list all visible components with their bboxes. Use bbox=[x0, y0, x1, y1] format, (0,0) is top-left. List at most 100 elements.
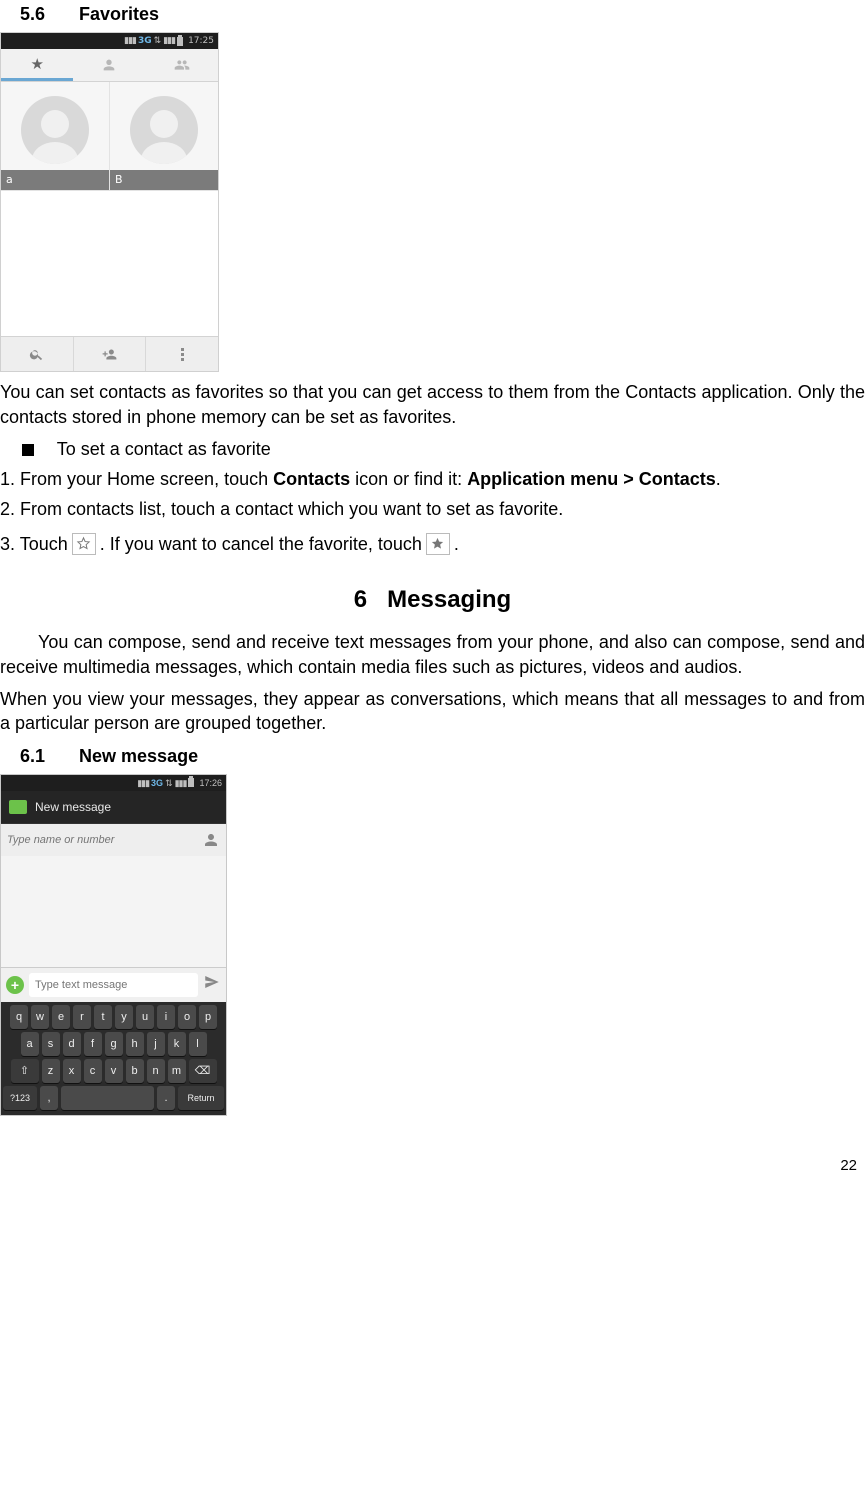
message-icon bbox=[9, 800, 27, 814]
keyboard-key[interactable]: r bbox=[73, 1005, 91, 1029]
keyboard-key[interactable]: j bbox=[147, 1032, 165, 1056]
keyboard-key[interactable]: d bbox=[63, 1032, 81, 1056]
favorite-name: a bbox=[1, 170, 109, 190]
send-button[interactable] bbox=[203, 973, 221, 997]
tab-groups[interactable] bbox=[146, 49, 218, 81]
avatar-icon bbox=[130, 96, 198, 164]
add-person-icon bbox=[102, 347, 117, 362]
section-title: New message bbox=[79, 746, 198, 766]
keyboard-key[interactable]: . bbox=[157, 1086, 175, 1110]
favorites-grid: a B bbox=[1, 82, 218, 191]
step-3-text-c: . bbox=[454, 532, 459, 556]
menu-dots-icon bbox=[181, 348, 184, 361]
new-message-header: New message bbox=[1, 791, 226, 824]
section-6-1-heading: 6.1 New message bbox=[0, 744, 865, 774]
keyboard-key[interactable]: g bbox=[105, 1032, 123, 1056]
keyboard-key[interactable]: f bbox=[84, 1032, 102, 1056]
step-3: 3. Touch . If you want to cancel the fav… bbox=[0, 532, 865, 556]
keyboard-key[interactable]: k bbox=[168, 1032, 186, 1056]
star-filled-icon bbox=[426, 533, 450, 555]
recipient-input[interactable] bbox=[7, 830, 197, 850]
keyboard-key[interactable]: h bbox=[126, 1032, 144, 1056]
message-body bbox=[1, 856, 226, 967]
messaging-para-2: When you view your messages, they appear… bbox=[0, 687, 865, 736]
keyboard-key[interactable]: s bbox=[42, 1032, 60, 1056]
step-3-text-a: 3. Touch bbox=[0, 532, 68, 556]
keyboard-key[interactable]: y bbox=[115, 1005, 133, 1029]
search-button[interactable] bbox=[1, 337, 74, 371]
keyboard-key[interactable]: w bbox=[31, 1005, 49, 1029]
keyboard-key[interactable]: o bbox=[178, 1005, 196, 1029]
empty-area bbox=[1, 191, 218, 336]
step-3-text-b: . If you want to cancel the favorite, to… bbox=[100, 532, 422, 556]
keyboard-key[interactable]: i bbox=[157, 1005, 175, 1029]
avatar-icon bbox=[21, 96, 89, 164]
keyboard-key[interactable]: , bbox=[40, 1086, 58, 1110]
network-icon: 3G bbox=[138, 35, 152, 47]
keyboard-key[interactable]: e bbox=[52, 1005, 70, 1029]
signal-icon: ▮▮▮ bbox=[124, 35, 136, 47]
person-icon bbox=[202, 831, 220, 849]
square-bullet-icon bbox=[22, 444, 34, 456]
tab-contacts[interactable] bbox=[73, 49, 145, 81]
keyboard-key[interactable]: c bbox=[84, 1059, 102, 1083]
keyboard: qwertyuiop asdfghjkl ⇧zxcvbnm⌫ ?123,.Ret… bbox=[1, 1002, 226, 1115]
page-number: 22 bbox=[0, 1116, 865, 1176]
keyboard-key[interactable]: n bbox=[147, 1059, 165, 1083]
menu-button[interactable] bbox=[146, 337, 218, 371]
favorites-intro-text: You can set contacts as favorites so tha… bbox=[0, 380, 865, 429]
keyboard-key[interactable]: ⌫ bbox=[189, 1059, 217, 1083]
keyboard-key[interactable]: u bbox=[136, 1005, 154, 1029]
keyboard-key[interactable]: p bbox=[199, 1005, 217, 1029]
updown-icon: ⇅ bbox=[165, 777, 173, 789]
keyboard-key[interactable]: ⇧ bbox=[11, 1059, 39, 1083]
compose-row: + bbox=[1, 967, 226, 1002]
status-bar: ▮▮▮ 3G ⇅ ▮▮▮ 17:25 bbox=[1, 33, 218, 49]
attach-button[interactable]: + bbox=[6, 976, 24, 994]
signal-icon: ▮▮▮ bbox=[137, 777, 149, 789]
keyboard-key[interactable]: q bbox=[10, 1005, 28, 1029]
keyboard-key[interactable]: z bbox=[42, 1059, 60, 1083]
section-number: 5.6 bbox=[20, 2, 74, 26]
keyboard-key[interactable] bbox=[61, 1086, 154, 1110]
keyboard-key[interactable]: l bbox=[189, 1032, 207, 1056]
bottom-bar bbox=[1, 336, 218, 371]
keyboard-key[interactable]: t bbox=[94, 1005, 112, 1029]
header-title: New message bbox=[35, 799, 111, 815]
favorite-card[interactable]: a bbox=[1, 82, 110, 190]
status-time: 17:26 bbox=[199, 777, 222, 789]
keyboard-key[interactable]: m bbox=[168, 1059, 186, 1083]
favorite-card[interactable]: B bbox=[110, 82, 218, 190]
screenshot-new-message: ▮▮▮ 3G ⇅ ▮▮▮ 17:26 New message + qwerty bbox=[0, 774, 227, 1116]
chapter-title: Messaging bbox=[387, 586, 511, 613]
wifi-icon: ▮▮▮ bbox=[175, 777, 187, 789]
messaging-para-1: You can compose, send and receive text m… bbox=[0, 630, 865, 679]
star-outline-icon bbox=[72, 533, 96, 555]
add-contact-button[interactable] bbox=[74, 337, 147, 371]
keyboard-key[interactable]: b bbox=[126, 1059, 144, 1083]
send-icon bbox=[203, 973, 221, 991]
message-input[interactable] bbox=[29, 973, 198, 997]
keyboard-key[interactable]: x bbox=[63, 1059, 81, 1083]
keyboard-key[interactable]: ?123 bbox=[3, 1086, 37, 1110]
screenshot-favorites: ▮▮▮ 3G ⇅ ▮▮▮ 17:25 ★ a B bbox=[0, 32, 219, 372]
updown-icon: ⇅ bbox=[154, 35, 162, 47]
keyboard-key[interactable]: Return bbox=[178, 1086, 224, 1110]
search-icon bbox=[29, 347, 44, 362]
section-number: 6.1 bbox=[20, 744, 74, 768]
keyboard-key[interactable]: a bbox=[21, 1032, 39, 1056]
group-icon bbox=[174, 57, 190, 73]
step-1: 1. From your Home screen, touch Contacts… bbox=[0, 467, 865, 491]
battery-icon bbox=[188, 778, 194, 787]
pick-contact-button[interactable] bbox=[202, 831, 220, 849]
wifi-icon: ▮▮▮ bbox=[163, 35, 175, 47]
person-icon bbox=[101, 57, 117, 73]
tab-favorites[interactable]: ★ bbox=[1, 49, 73, 81]
bullet-item: To set a contact as favorite bbox=[22, 437, 865, 461]
keyboard-key[interactable]: v bbox=[105, 1059, 123, 1083]
bullet-text: To set a contact as favorite bbox=[57, 439, 271, 459]
battery-icon bbox=[177, 37, 183, 46]
star-icon: ★ bbox=[30, 54, 43, 74]
section-5-6-heading: 5.6 Favorites bbox=[0, 2, 865, 32]
status-time: 17:25 bbox=[188, 35, 214, 47]
